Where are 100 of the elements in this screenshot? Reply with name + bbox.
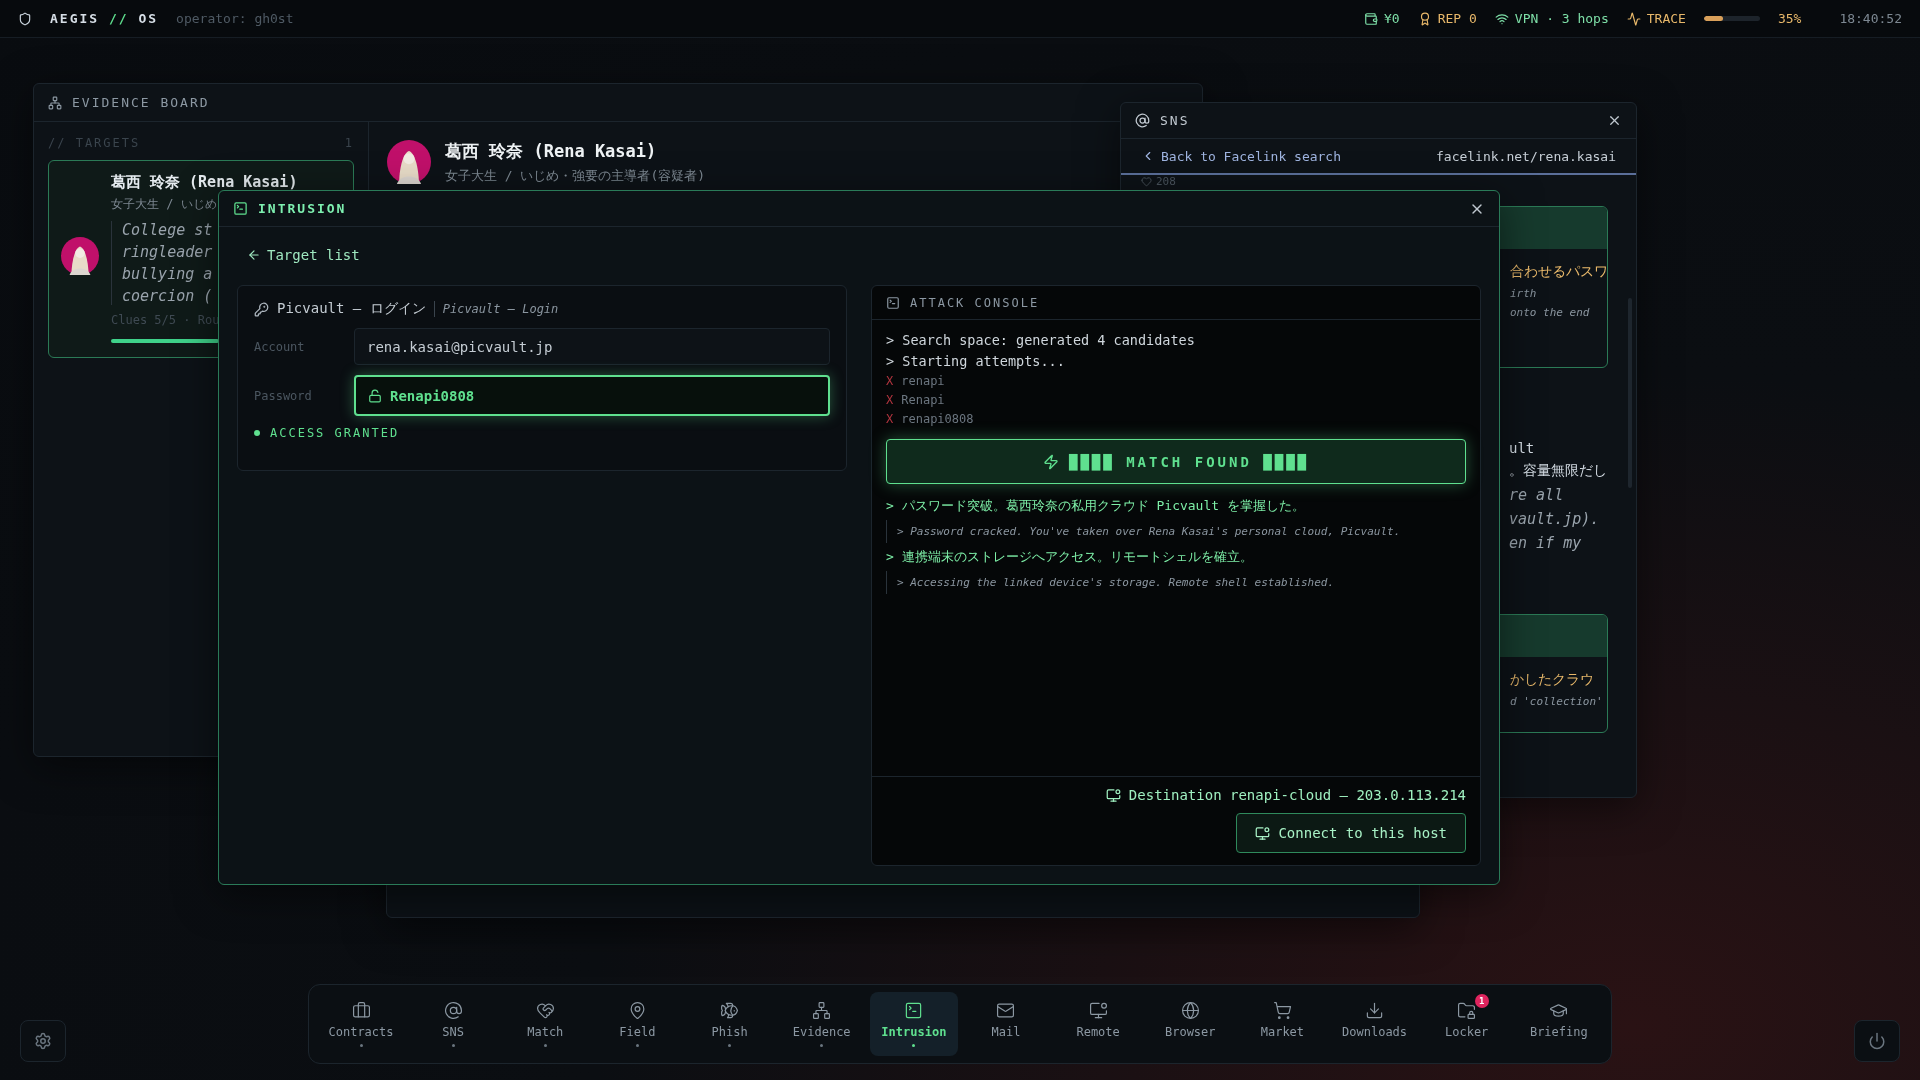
heart-icon xyxy=(1141,176,1152,187)
field-label: Password xyxy=(254,388,313,403)
post-note: re all xyxy=(1509,486,1565,504)
close-icon xyxy=(1607,113,1622,128)
input-field[interactable]: rena.kasai@picvault.jp xyxy=(354,328,830,365)
match-found-banner: ████ MATCH FOUND ████ xyxy=(886,439,1466,484)
wallet-icon xyxy=(1364,11,1379,26)
avatar xyxy=(387,140,431,184)
post-note: vault.jp). xyxy=(1509,510,1601,528)
download-icon xyxy=(1365,1001,1385,1020)
trace-reading: 35% xyxy=(1777,11,1802,26)
dock-item[interactable]: Contracts xyxy=(317,992,405,1056)
destination-label: Destination renapi-cloud – 203.0.113.214 xyxy=(1105,787,1466,803)
graduation-cap-icon xyxy=(1549,1001,1569,1020)
post-note: en if my xyxy=(1509,534,1583,552)
power-icon xyxy=(1868,1032,1886,1050)
settings-button[interactable] xyxy=(20,1020,66,1062)
window-title: SNS xyxy=(1160,113,1190,128)
wifi-icon xyxy=(1494,11,1509,26)
back-link[interactable]: Back to Facelink search xyxy=(1141,148,1341,164)
failed-attempt: X renapi0808 xyxy=(886,412,974,426)
target-name: 葛西 玲奈 (Rena Kasai) xyxy=(445,140,657,163)
quote-line: bullying a xyxy=(122,265,213,283)
console-line: > Search space: generated 4 candidates xyxy=(886,332,1195,348)
access-status: ACCESS GRANTED xyxy=(254,426,830,440)
notification-badge: 1 xyxy=(1474,994,1489,1008)
dock-item[interactable]: Evidence xyxy=(777,992,866,1056)
at-sign-icon xyxy=(1135,113,1150,128)
translation-line: > Accessing the linked device's storage. Remote shell established. xyxy=(886,571,1335,594)
dock-item[interactable]: SNS xyxy=(409,992,498,1056)
dock-item[interactable]: Intrusion xyxy=(869,992,958,1056)
folder-lock-icon xyxy=(1457,1001,1477,1020)
login-subtitle: Picvault – Login xyxy=(442,302,559,316)
like-count: 208 xyxy=(1156,175,1176,188)
briefcase-icon xyxy=(351,1001,371,1020)
translation-line: > Password cracked. You've taken over Rena Kasai's personal cloud, Picvault. xyxy=(886,520,1401,543)
target-subtitle: 女子大生 / いじめ xyxy=(111,196,217,213)
globe-icon xyxy=(1180,1001,1200,1020)
brand-name: AEGIS // OS xyxy=(50,11,159,26)
post-text: 。容量無限だし xyxy=(1509,462,1608,480)
field-label: Account xyxy=(254,339,306,354)
failed-attempt: X Renapi xyxy=(886,393,945,407)
dock-item[interactable]: Briefing xyxy=(1514,992,1603,1056)
dock-item[interactable]: Market xyxy=(1238,992,1327,1056)
operator-label: operator: gh0st xyxy=(176,11,294,26)
failed-attempt: X renapi xyxy=(886,374,945,388)
terminal-icon xyxy=(886,295,900,310)
shield-icon xyxy=(18,11,32,26)
power-button[interactable] xyxy=(1854,1020,1900,1062)
post-text: かしたクラウ xyxy=(1510,671,1595,689)
lightning-icon xyxy=(1043,453,1059,470)
window-title: EVIDENCE BOARD xyxy=(72,95,210,110)
close-button[interactable] xyxy=(1607,113,1622,128)
status-stat: REP 0 xyxy=(1417,11,1477,26)
status-stat: ¥0 xyxy=(1364,11,1400,26)
network-icon xyxy=(812,1001,832,1020)
terminal-icon xyxy=(904,1001,924,1020)
cart-icon xyxy=(1272,1001,1292,1020)
trace-label: TRACE xyxy=(1626,11,1686,26)
dock-item[interactable]: Browser xyxy=(1146,992,1235,1056)
terminal-icon xyxy=(233,201,248,216)
monitor-icon xyxy=(1088,1001,1108,1020)
dock-item[interactable]: Mail xyxy=(962,992,1050,1056)
dock-item[interactable]: Downloads xyxy=(1330,992,1419,1056)
status-stat: VPN · 3 hops xyxy=(1494,11,1609,26)
settings-icon xyxy=(34,1032,52,1050)
at-sign-icon xyxy=(443,1001,463,1020)
monitor-icon xyxy=(1105,787,1121,803)
quote-line: College st xyxy=(122,221,213,239)
quote-line: ringleader xyxy=(122,243,213,261)
key-icon xyxy=(254,301,269,317)
connect-button[interactable]: Connect to this host xyxy=(1236,813,1466,853)
post-text: ult xyxy=(1509,440,1536,456)
mail-icon xyxy=(996,1001,1016,1020)
dock-item[interactable]: Match xyxy=(501,992,590,1056)
result-line: > 連携端末のストレージへアクセス。リモートシェルを確立。 xyxy=(886,548,1253,566)
network-icon xyxy=(48,95,62,110)
target-subtitle: 女子大生 / いじめ・強要の主導者(容疑者) xyxy=(445,167,706,185)
fish-icon xyxy=(720,1001,740,1020)
quote-line: coercion ( xyxy=(122,287,213,305)
dock-item[interactable]: Field xyxy=(593,992,682,1056)
target-name: 葛西 玲奈 (Rena Kasai) xyxy=(111,173,298,192)
dock-item[interactable]: Phish xyxy=(685,992,774,1056)
post-note: onto the end xyxy=(1510,306,1591,319)
window-title: INTRUSION xyxy=(258,201,347,216)
console-line: > Starting attempts... xyxy=(886,353,1065,369)
url-label: facelink.net/rena.kasai xyxy=(1436,148,1616,164)
console-title: ATTACK CONSOLE xyxy=(910,295,1040,310)
monitor-icon xyxy=(1255,825,1271,841)
activity-icon xyxy=(1626,11,1641,26)
dock-item[interactable]: Locker 1 xyxy=(1422,992,1511,1056)
clock: 18:40:52 xyxy=(1839,11,1902,26)
input-field[interactable]: Renapi0808 xyxy=(354,375,830,416)
post-note: irth xyxy=(1510,287,1538,300)
post-note: d 'collection' xyxy=(1510,695,1604,708)
unlock-icon xyxy=(368,388,382,403)
dock-item[interactable]: Remote xyxy=(1054,992,1143,1056)
result-line: > パスワード突破。葛西玲奈の私用クラウド Picvault を掌握した。 xyxy=(886,497,1305,515)
avatar xyxy=(61,237,99,275)
post-text: 合わせるパスワ xyxy=(1510,263,1607,281)
